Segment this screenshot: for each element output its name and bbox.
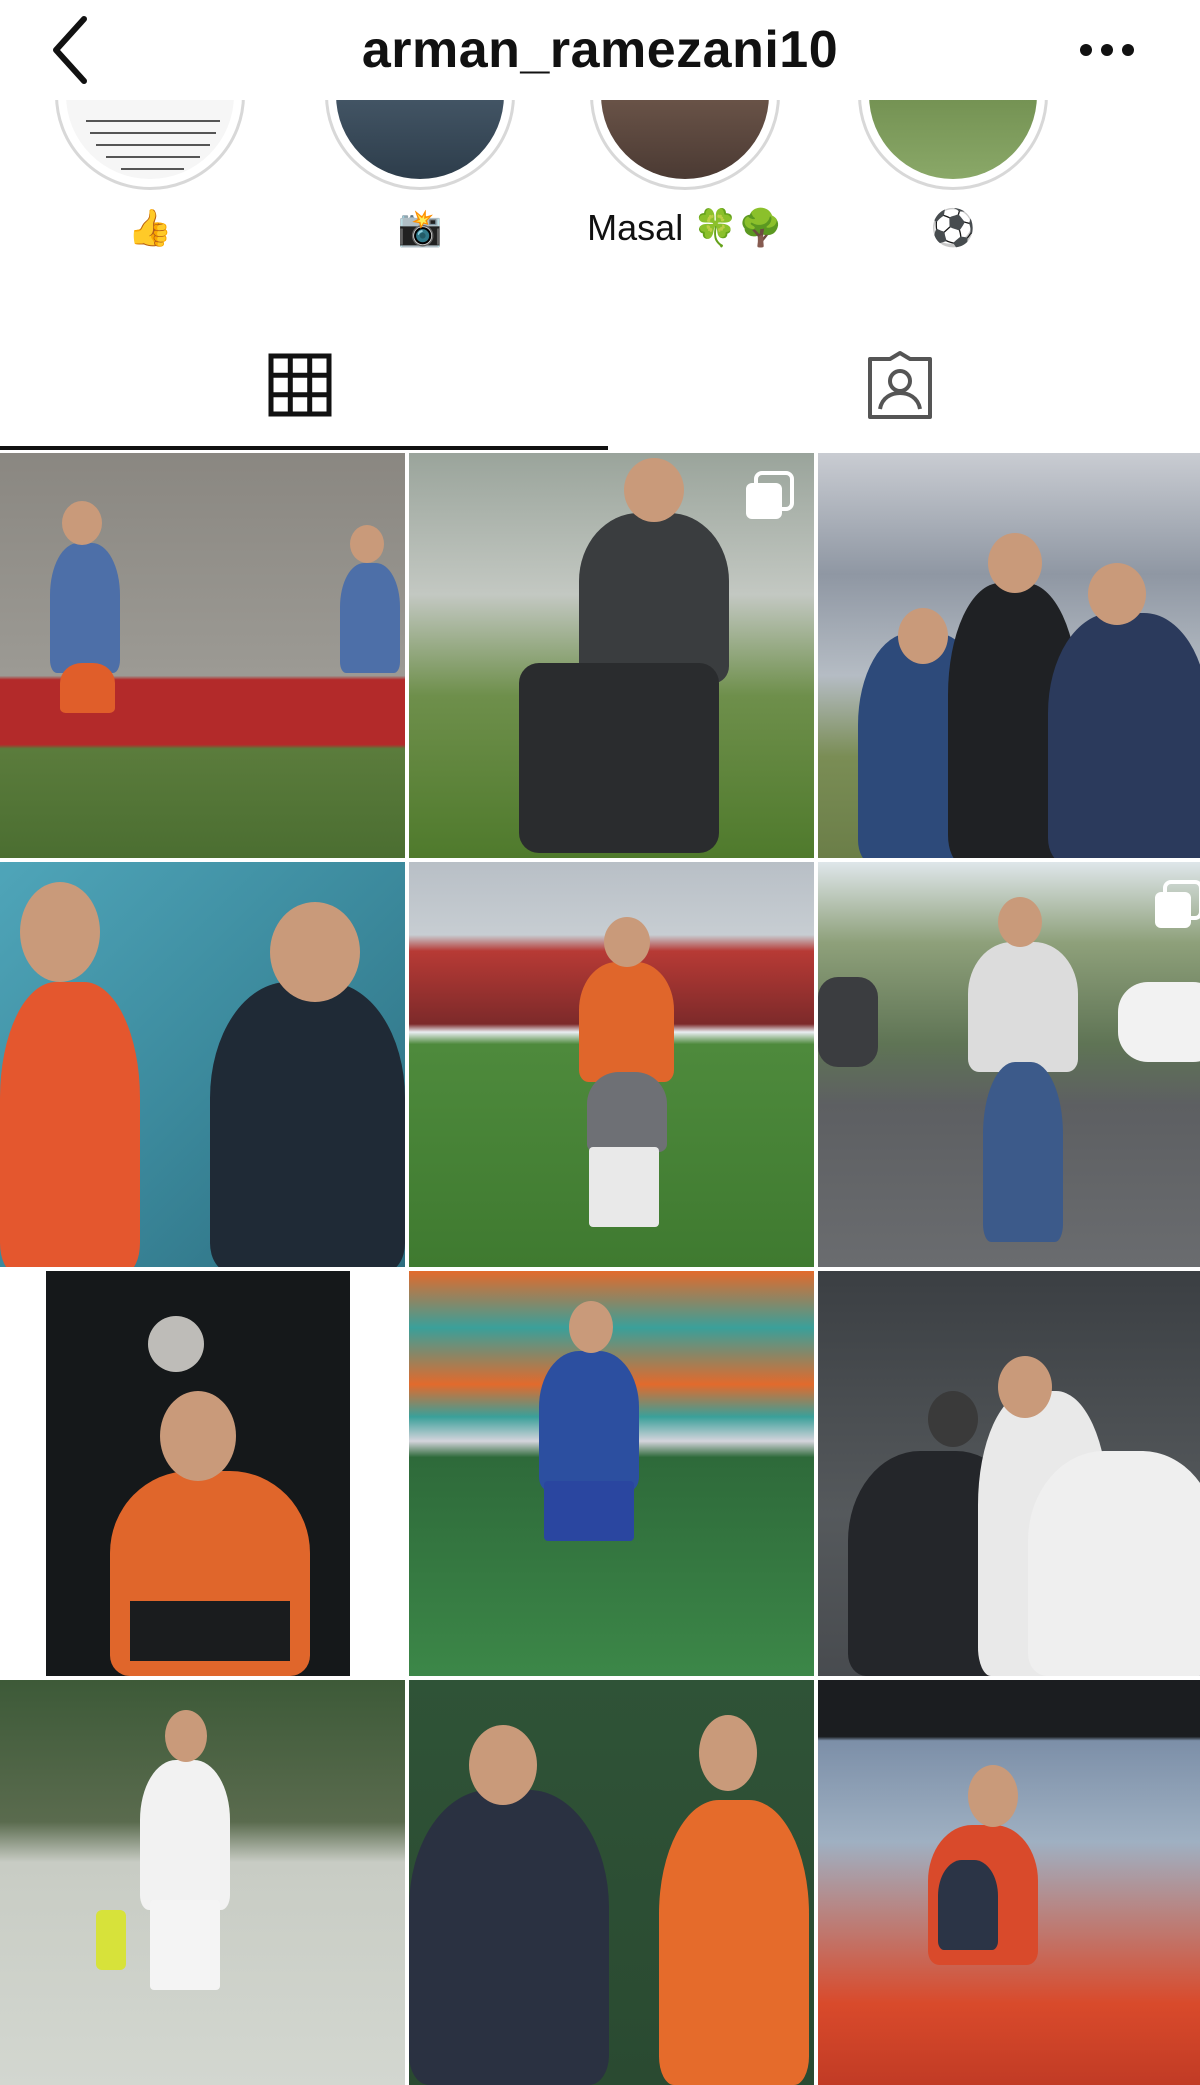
post-thumbnail[interactable] xyxy=(0,862,405,1267)
multiple-photos-icon xyxy=(746,471,794,519)
active-tab-indicator xyxy=(0,446,608,450)
multiple-photos-icon xyxy=(1155,880,1200,928)
post-thumbnail[interactable] xyxy=(818,862,1200,1267)
profile-header: arman_ramezani10 xyxy=(0,0,1200,100)
back-button[interactable] xyxy=(40,10,100,90)
tagged-user-icon xyxy=(868,351,932,419)
highlight-label: Masal 🍀🌳 xyxy=(587,207,783,248)
highlight-label: ⚽ xyxy=(930,207,976,248)
highlight-item[interactable]: 📸 xyxy=(315,0,525,260)
post-thumbnail[interactable] xyxy=(0,1271,405,1676)
post-thumbnail[interactable] xyxy=(409,1271,814,1676)
post-thumbnail[interactable] xyxy=(409,862,814,1267)
highlight-item[interactable]: ⚽ xyxy=(848,0,1058,260)
profile-username: arman_ramezani10 xyxy=(361,21,839,79)
post-thumbnail[interactable] xyxy=(409,453,814,858)
more-horizontal-icon xyxy=(1080,44,1134,56)
highlight-label: 📸 xyxy=(397,207,443,248)
post-thumbnail[interactable] xyxy=(818,453,1200,858)
highlight-item[interactable]: 👍 xyxy=(45,0,255,260)
post-thumbnail[interactable] xyxy=(0,453,405,858)
grid-icon xyxy=(268,353,332,417)
more-options-button[interactable] xyxy=(1072,22,1142,78)
post-thumbnail[interactable] xyxy=(0,1680,405,2085)
post-thumbnail[interactable] xyxy=(409,1680,814,2085)
post-thumbnail[interactable] xyxy=(818,1271,1200,1676)
profile-tabs xyxy=(0,320,1200,450)
highlight-label: 👍 xyxy=(127,207,173,248)
tab-tagged[interactable] xyxy=(600,320,1200,450)
chevron-left-icon xyxy=(53,16,87,84)
tab-posts-grid[interactable] xyxy=(0,320,600,450)
post-thumbnail[interactable] xyxy=(818,1680,1200,2085)
highlight-item[interactable]: Masal 🍀🌳 xyxy=(580,0,790,260)
story-highlights: 👍 📸 Masal 🍀🌳 ⚽ xyxy=(0,0,1200,260)
